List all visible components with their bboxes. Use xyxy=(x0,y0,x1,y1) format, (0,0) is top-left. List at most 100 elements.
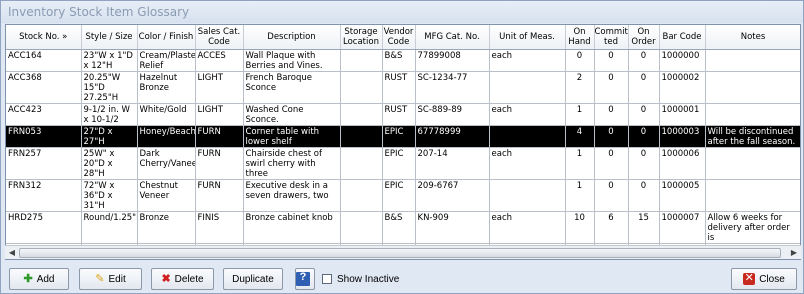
inventory-glossary-window: Inventory Stock Item Glossary Stock No. … xyxy=(0,0,804,294)
table-cell xyxy=(489,71,566,104)
header-row: Stock No. » Style / Size Color / Finish Sal… xyxy=(6,25,800,50)
help-button[interactable]: ? xyxy=(295,268,315,290)
table-row[interactable]: HRD275 Round/1.25"D Bronze FINIS Bronze cabi… xyxy=(6,211,800,244)
edit-button[interactable]: ✎ Edit xyxy=(79,268,142,290)
table-cell: 67778999 xyxy=(415,125,490,148)
table-cell: 1000001 xyxy=(659,103,706,126)
table-cell: SC-889-89 xyxy=(415,103,490,126)
table-cell: Corner table with lower shelf xyxy=(243,125,341,148)
table-cell: 1000006 xyxy=(659,147,706,180)
table-cell: 1 xyxy=(565,147,595,180)
column-header[interactable]: Stock No. » xyxy=(6,25,82,50)
show-inactive-label: Show Inactive xyxy=(337,274,400,285)
table-cell: 1000000 xyxy=(659,49,706,72)
duplicate-button[interactable]: Duplicate xyxy=(223,268,283,290)
column-header[interactable]: Sales Cat. Code xyxy=(195,25,244,50)
table-cell: each xyxy=(489,103,566,126)
table-row[interactable]: ACC164 23"W x 1"D x 12"H Cream/Plaster Rel… xyxy=(6,49,800,72)
column-header[interactable]: MFG Cat. No. xyxy=(415,25,490,50)
column-header[interactable]: Color / Finish xyxy=(137,25,196,50)
table-cell: 6 xyxy=(594,211,629,244)
table-cell xyxy=(340,125,383,148)
stock-item-grid[interactable]: Stock No. » Style / Size Color / Finish Sal… xyxy=(5,24,801,260)
table-cell: Honey/Beachwood xyxy=(137,125,196,148)
stock-item-table: Stock No. » Style / Size Color / Finish Sal… xyxy=(6,25,800,259)
table-cell: RUST xyxy=(382,103,416,126)
delete-button-label: Delete xyxy=(174,273,204,285)
table-cell: Wall Plaque with Berries and Vines. xyxy=(243,49,341,72)
column-header[interactable]: On Order xyxy=(628,25,660,50)
table-row[interactable]: ACC423 9-1/2 in. W x 10-1/2 White/Gold LIGH… xyxy=(6,103,800,126)
table-cell: 0 xyxy=(594,71,629,104)
table-cell: 209-6767 xyxy=(415,179,490,212)
table-cell: 1 xyxy=(565,179,595,212)
column-header[interactable]: Description xyxy=(243,25,341,50)
table-cell: each xyxy=(489,211,566,244)
table-cell xyxy=(340,147,383,180)
table-cell: 0 xyxy=(594,179,629,212)
table-row[interactable]: ACC368 20.25"W 15"D 27.25"H Hazelnut Bronz… xyxy=(6,71,800,104)
column-header[interactable]: Commit-ted xyxy=(594,25,629,50)
scroll-left-icon[interactable]: ◀ xyxy=(6,247,18,259)
table-cell: 0 xyxy=(628,179,660,212)
table-row[interactable]: FRN05327"D x 27"HHoney/BeachwoodFURNCorn… xyxy=(6,125,800,148)
table-cell: 25W" x 20"D x 28"H xyxy=(81,147,138,180)
table-cell: Will be discontinued after the fall seas… xyxy=(705,125,800,148)
table-cell xyxy=(705,71,800,104)
window-title: Inventory Stock Item Glossary xyxy=(1,1,803,23)
close-button[interactable]: ✕ Close xyxy=(731,268,797,290)
table-cell: 0 xyxy=(594,125,629,148)
close-icon: ✕ xyxy=(743,272,756,285)
bottom-toolbar: ✚ Add ✎ Edit ✖ Delete Duplicate ? Show I… xyxy=(1,263,803,293)
table-cell: 0 xyxy=(565,49,595,72)
table-cell xyxy=(705,147,800,180)
table-cell: Chairside chest of swirl cherry with thr… xyxy=(243,147,341,180)
table-cell: KN-909 xyxy=(415,211,490,244)
scrollbar-thumb[interactable] xyxy=(19,248,781,258)
table-cell xyxy=(705,103,800,126)
table-row[interactable]: FRN257 25W" x 20"D x 28"H Dark Cherry/Vane… xyxy=(6,147,800,180)
table-cell: FURN xyxy=(195,125,244,148)
table-cell: 0 xyxy=(594,103,629,126)
column-header[interactable]: Storage Location xyxy=(340,25,383,50)
table-cell: ACC423 xyxy=(6,103,82,126)
scroll-right-icon[interactable]: ▶ xyxy=(788,247,800,259)
delete-button[interactable]: ✖ Delete xyxy=(151,268,214,290)
column-header[interactable]: Vendor Code xyxy=(382,25,416,50)
table-cell: 4 xyxy=(565,125,595,148)
horizontal-scrollbar[interactable]: ◀ ▶ xyxy=(5,245,801,259)
column-header[interactable]: Bar Code xyxy=(659,25,706,50)
column-header[interactable]: Style / Size xyxy=(81,25,138,50)
table-cell: 9-1/2 in. W x 10-1/2 xyxy=(81,103,138,126)
table-cell: SC-1234-77 xyxy=(415,71,490,104)
table-cell: B&S xyxy=(382,211,416,244)
table-cell: 0 xyxy=(628,147,660,180)
table-cell: FRN053 xyxy=(6,125,82,148)
table-cell: Cream/Plaster Relief xyxy=(137,49,196,72)
close-button-label: Close xyxy=(759,273,785,285)
table-cell: Allow 6 weeks for delivery after order i… xyxy=(705,211,800,244)
show-inactive-checkbox[interactable] xyxy=(322,274,332,284)
table-cell: 0 xyxy=(594,147,629,180)
table-cell: FURN xyxy=(195,179,244,212)
table-cell xyxy=(340,103,383,126)
table-cell: B&S xyxy=(382,49,416,72)
table-cell: FINIS xyxy=(195,211,244,244)
table-cell: each xyxy=(489,147,566,180)
table-cell: 27"D x 27"H xyxy=(81,125,138,148)
table-row[interactable]: FRN312 72"W x 36"D x 31"H Chestnut Veneer F… xyxy=(6,179,800,212)
add-button[interactable]: ✚ Add xyxy=(9,268,69,290)
table-cell: HRD275 xyxy=(6,211,82,244)
table-cell: Chestnut Veneer xyxy=(137,179,196,212)
table-cell: Executive desk in a seven drawers, two xyxy=(243,179,341,212)
column-header[interactable]: On Hand xyxy=(565,25,595,50)
table-cell: LIGHT xyxy=(195,71,244,104)
table-cell: LIGHT xyxy=(195,103,244,126)
table-cell: 20.25"W 15"D 27.25"H xyxy=(81,71,138,104)
column-header[interactable]: Notes xyxy=(705,25,800,50)
table-cell: 15 xyxy=(628,211,660,244)
table-cell xyxy=(489,125,566,148)
table-cell xyxy=(340,179,383,212)
column-header[interactable]: Unit of Meas. xyxy=(489,25,566,50)
table-cell: 1000007 xyxy=(659,211,706,244)
